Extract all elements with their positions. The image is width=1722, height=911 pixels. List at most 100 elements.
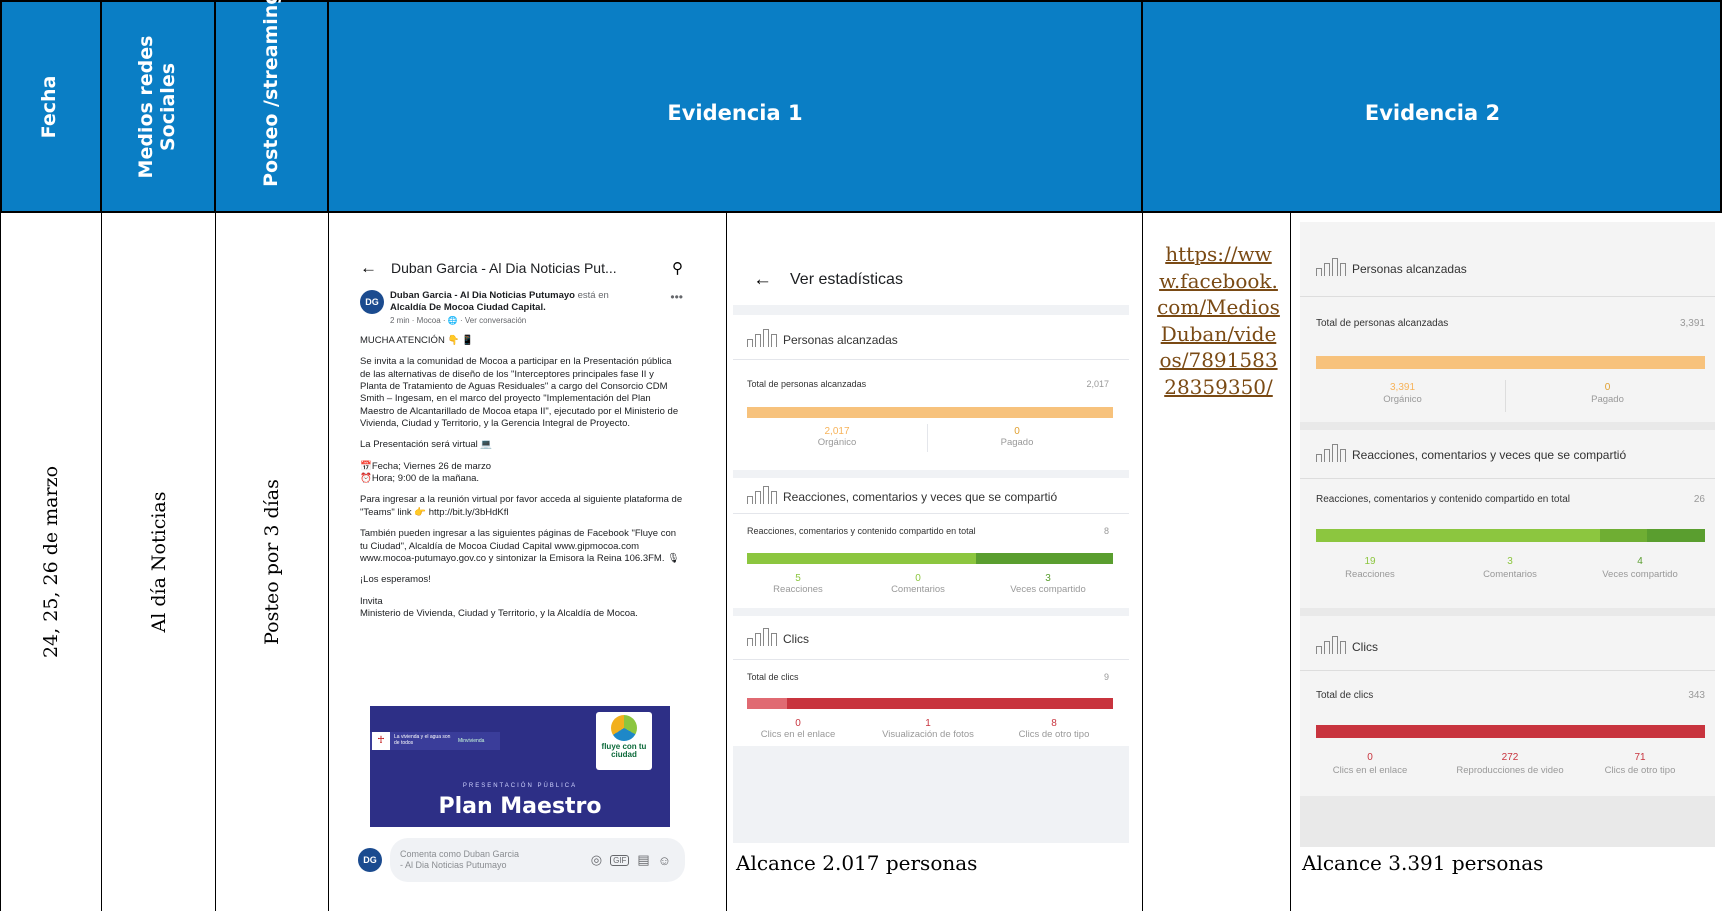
organic-label: Orgánico [1383,394,1422,405]
fluye-logo-text: fluye con tu ciudad [601,742,647,759]
other-clicks-value: 8 [1051,718,1057,729]
cell-link: https://www.facebook.com/MediosDuban/vid… [1143,213,1291,911]
stats-topbar: ← Ver estadísticas [733,255,1129,305]
photo-views-bar-segment [747,698,788,709]
clicks-bar [747,698,1113,709]
photo-views-value: 1 [925,718,931,729]
other-clicks-label: Clics de otro tipo [1604,765,1676,776]
clicks-title: Clics [783,632,809,646]
clicks-total-value: 9 [1103,672,1109,682]
post-para7b: Ministerio de Vivienda, Ciudad y Territo… [360,607,638,619]
reach-title: Personas alcanzadas [1352,262,1467,276]
back-arrow-icon[interactable]: ← [360,258,377,278]
link-clicks-value: 0 [795,718,801,729]
paid-label: Pagado [1000,437,1034,448]
post-banner-image[interactable]: ☥ La vivienda y el agua son de todos Min… [370,706,670,827]
post-line1: MUCHA ATENCIÓN 👇 📱 [360,335,474,347]
reactions-section: Reacciones, comentarios y veces que se c… [733,478,1129,608]
header-evidencia-2-label: Evidencia 2 [1364,100,1501,125]
more-options-icon[interactable]: ••• [670,290,683,327]
post-place[interactable]: Alcaldía De Mocoa Ciudad Capital. [390,302,546,313]
link-clicks-value: 0 [1367,752,1373,763]
post-para3b: ⏰Hora; 9:00 de la mañana. [360,473,480,485]
comment-bar: DG Comenta como Duban Garcia - Al Dia No… [348,830,695,890]
post-para5: También pueden ingresar a las siguientes… [360,528,680,564]
avatar[interactable]: DG [360,290,384,314]
comments-label: Comentarios [891,584,945,595]
clicks-total-label: Total de clics [1316,690,1374,701]
comments-value: 3 [1507,556,1513,567]
comment-placeholder: Comenta como Duban Garcia - Al Dia Notic… [400,849,520,870]
reactions-total-value: 8 [1103,526,1109,536]
video-plays-value: 272 [1501,752,1519,763]
header-medios-label: Medios redes Sociales [135,35,179,178]
comments-label: Comentarios [1483,569,1537,580]
facebook-post-screenshot: ← Duban Garcia - Al Dia Noticias Put... … [348,250,695,900]
video-plays-label: Reproducciones de video [1456,765,1564,776]
organic-value: 2,017 [824,426,850,437]
caption-alcance-1: Alcance 2.017 personas [736,851,978,875]
paid-value: 0 [1604,382,1611,393]
facebook-video-link[interactable]: https://www.facebook.com/MediosDuban/vid… [1155,241,1282,401]
camera-icon[interactable]: ◎ [591,852,602,868]
chart-bars-icon [747,628,777,646]
reach-section: Personas alcanzadas Total de personas al… [733,315,1129,470]
avatar: DG [358,848,382,872]
paid-value: 0 [1014,426,1020,437]
post-para6: ¡Los esperamos! [360,574,431,586]
reactions-title: Reacciones, comentarios y veces que se c… [1352,448,1627,462]
caption-alcance-2: Alcance 3.391 personas [1302,851,1544,875]
chart-bars-icon [747,486,777,504]
organic-label: Orgánico [817,437,857,448]
back-arrow-icon[interactable]: ← [753,269,772,291]
comments-bar-segment [1599,529,1647,542]
reactions-label: Reacciones [1345,569,1395,580]
post-author[interactable]: Duban Garcia - Al Dia Noticias Putumayo [390,290,575,301]
organic-bar [747,407,1113,418]
sticker-icon[interactable]: ▤ [637,852,649,868]
gif-icon[interactable]: GIF [610,854,630,866]
fecha-value: 24, 25, 26 de marzo [39,465,62,659]
link-clicks-label: Clics en el enlace [1332,765,1408,776]
reactions-bar [747,553,1113,564]
paid-label: Pagado [1591,394,1624,405]
post-header: DG Duban Garcia - Al Dia Noticias Putuma… [348,286,695,331]
other-clicks-value: 71 [1634,752,1646,763]
header-evidencia-1-label: Evidencia 1 [667,100,803,125]
post-para2: La Presentación será virtual 💻 [360,439,493,451]
chart-bars-icon [1316,444,1346,462]
fluye-logo-icon [611,715,637,741]
reactions-title: Reacciones, comentarios y veces que se c… [783,490,1058,504]
reactions-section: Reacciones, comentarios y veces que se c… [1300,430,1715,608]
clicks-total-value: 343 [1688,690,1705,701]
photo-views-label: Visualización de fotos [882,729,974,740]
reactions-total-label: Reacciones, comentarios y contenido comp… [747,526,976,536]
header-fecha-label: Fecha [38,75,61,138]
emoji-icon[interactable]: ☺ [658,853,671,868]
organic-value: 3,391 [1389,382,1416,393]
post-para1: Se invita a la comunidad de Mocoa a part… [360,356,679,430]
clicks-title: Clics [1352,640,1378,654]
organic-bar [1316,356,1705,369]
medio-value: Al día Noticias [147,491,170,633]
post-topbar: ← Duban Garcia - Al Dia Noticias Put... … [348,250,695,286]
shares-label: Veces compartido [1602,569,1678,580]
header-evidencia-1: Evidencia 1 [329,0,1143,213]
search-icon[interactable]: ⚲ [672,259,683,277]
reach-total-label: Total de personas alcanzadas [1316,318,1449,329]
reactions-bar [1316,529,1705,542]
reactions-total-label: Reacciones, comentarios y contenido comp… [1316,494,1571,505]
post-author-suffix: está en [574,290,609,301]
colombia-shield-icon: ☥ [372,732,390,750]
reach-total-value: 3,391 [1679,318,1705,329]
banner-ministerio: Minvivienda [458,738,485,744]
chart-bars-icon [747,329,777,347]
reach-total-label: Total de personas alcanzadas [747,379,867,389]
comment-input[interactable]: Comenta como Duban Garcia - Al Dia Notic… [390,838,685,882]
posteo-value: Posteo por 3 días [261,479,283,645]
reactions-value: 5 [795,573,801,584]
header-medios: Medios redes Sociales [102,0,216,213]
post-para3a: 📅Fecha; Viernes 26 de marzo [360,460,491,472]
shares-label: Veces compartido [1010,584,1086,595]
shares-bar-segment [1646,529,1705,542]
